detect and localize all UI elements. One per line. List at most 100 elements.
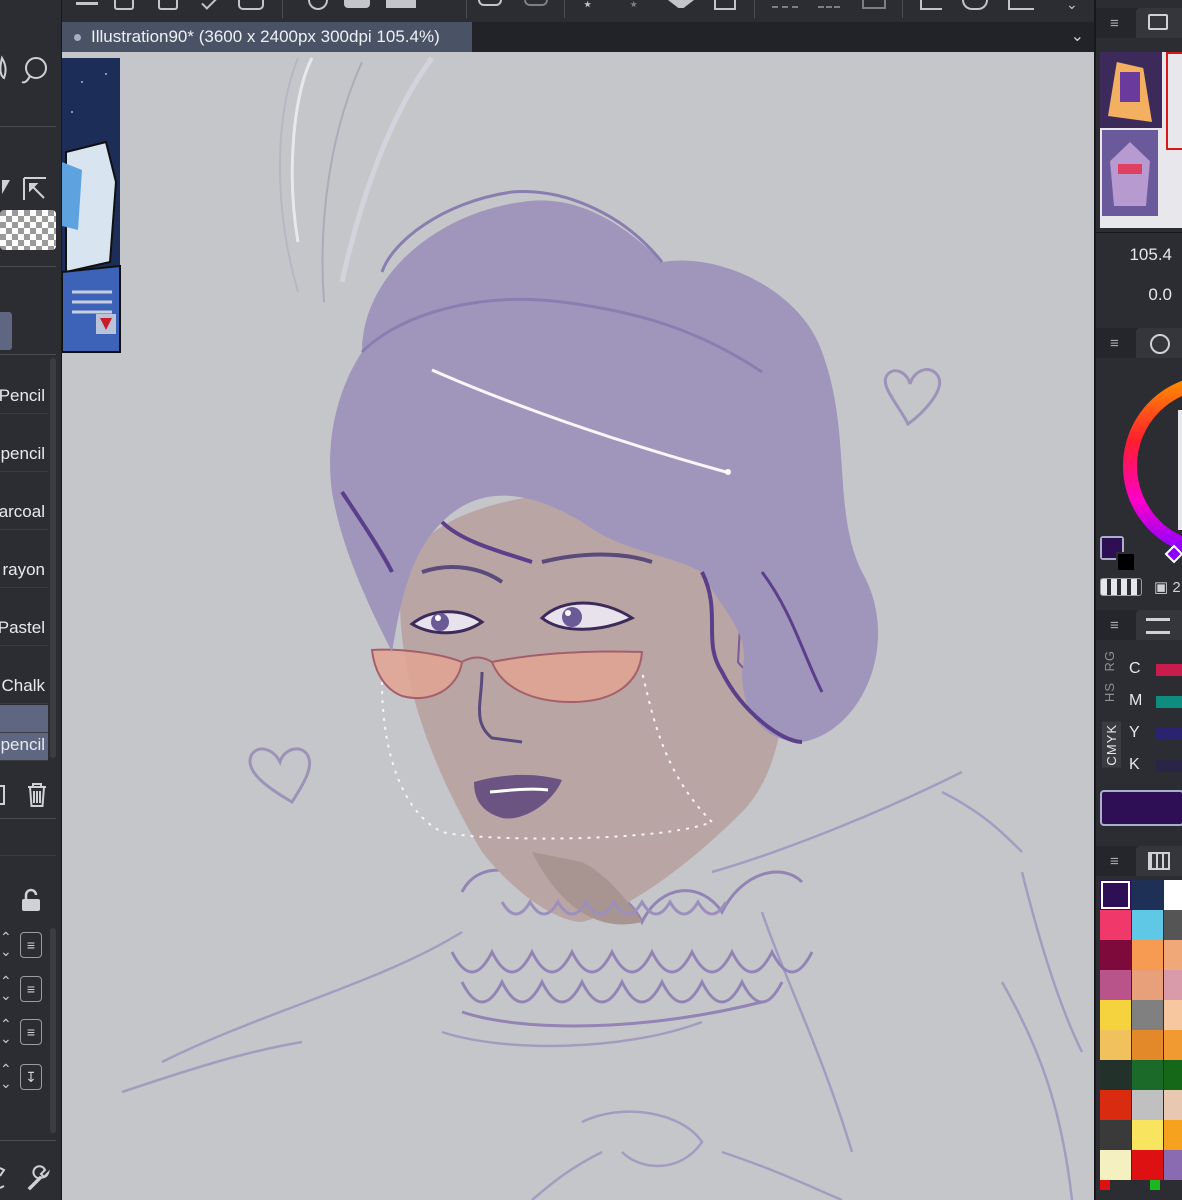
brush-item[interactable]: Pencil [0, 358, 48, 414]
menu-icon[interactable]: ≡ [1110, 617, 1119, 634]
export-icon[interactable] [238, 0, 264, 10]
palette-swatch[interactable] [1132, 1030, 1163, 1060]
wrench-icon[interactable] [24, 1164, 54, 1194]
tab-cmyk[interactable]: CMYK [1102, 722, 1121, 768]
palette-swatch[interactable] [1132, 1150, 1163, 1180]
object-select-icon[interactable] [0, 174, 60, 210]
palette-swatch[interactable] [1164, 1060, 1182, 1090]
brush-item[interactable]: pencil [0, 416, 48, 472]
clear-icon[interactable]: ⋆ [582, 0, 593, 13]
palette-swatch[interactable] [1164, 880, 1182, 910]
layer-icon[interactable] [386, 0, 416, 8]
menu-icon[interactable]: ≡ [1110, 15, 1119, 32]
up-down-stepper[interactable]: ⌃ ⌄ [0, 930, 12, 958]
palette-swatch[interactable] [1164, 940, 1182, 970]
palette-swatch[interactable] [1100, 1000, 1131, 1030]
tab-rgb[interactable]: RG [1102, 650, 1117, 672]
tab-hsv[interactable]: HS [1102, 682, 1117, 702]
zoom-value[interactable]: 105.4 [1129, 245, 1172, 265]
palette-swatch[interactable] [1132, 1000, 1163, 1030]
undo-icon[interactable] [478, 0, 502, 6]
menu-icon[interactable]: ≡ [1110, 335, 1119, 352]
up-down-stepper[interactable]: ⌃ ⌄ [0, 974, 12, 1002]
palette-swatch[interactable] [1100, 880, 1131, 910]
palette-swatch[interactable] [1164, 1120, 1182, 1150]
palette-swatch[interactable] [1100, 1150, 1131, 1180]
reference-thumbnail[interactable] [1102, 130, 1158, 216]
palette-swatch[interactable] [1164, 1090, 1182, 1120]
palette-swatch[interactable] [1164, 910, 1182, 940]
menu-icon[interactable]: ≡ [1110, 853, 1119, 870]
palette-swatch[interactable] [1100, 970, 1131, 1000]
clear-selection-icon[interactable]: ⋆ [628, 0, 639, 13]
brush-item[interactable]: arcoal [0, 474, 48, 530]
palette-swatch[interactable] [1132, 1090, 1163, 1120]
add-layer-icon[interactable] [308, 0, 328, 10]
transparent-toggle[interactable] [1100, 578, 1142, 596]
canvas-area[interactable] [62, 52, 1094, 1200]
palette-swatch[interactable] [1164, 1030, 1182, 1060]
fill-icon[interactable] [344, 0, 370, 8]
brush-item[interactable]: Pastel [0, 590, 48, 646]
cmyk-y-slider[interactable] [1156, 728, 1182, 740]
palette-swatch[interactable] [1132, 1120, 1163, 1150]
rotation-value[interactable]: 0.0 [1148, 285, 1172, 305]
palette-swatch[interactable] [1132, 970, 1163, 1000]
transform-icon[interactable] [714, 0, 736, 10]
palette-swatch[interactable] [1132, 880, 1163, 910]
brush-item-selected-top[interactable] [0, 705, 48, 733]
brush-item[interactable]: rayon [0, 532, 48, 588]
download-icon[interactable]: ↧ [20, 1064, 42, 1090]
brush-list-scrollbar[interactable] [50, 358, 56, 758]
more-chevron-icon[interactable]: ⌄ [1066, 0, 1078, 11]
current-color-swatch[interactable] [1100, 790, 1182, 826]
invert-selection-icon[interactable] [818, 0, 840, 8]
color-wheel[interactable] [1122, 366, 1182, 576]
palette-swatch[interactable] [1132, 910, 1163, 940]
unlock-icon[interactable] [18, 888, 46, 914]
rotate-icon[interactable] [962, 0, 988, 10]
chevron-down-icon[interactable]: ⌄ [1071, 26, 1084, 46]
palette-swatch[interactable] [1132, 1060, 1163, 1090]
cmyk-k-slider[interactable] [1156, 760, 1182, 772]
deselect-icon[interactable] [772, 0, 798, 8]
transparent-color-swatch[interactable] [0, 210, 56, 250]
selection-area-icon[interactable] [862, 0, 886, 9]
pressure-check-icon[interactable]: ≡ [20, 1019, 42, 1045]
save-icon[interactable] [201, 0, 217, 10]
palette-swatch[interactable] [1100, 940, 1131, 970]
pressure-check-icon[interactable]: ≡ [20, 976, 42, 1002]
palette-swatch[interactable] [1100, 910, 1131, 940]
sub-color-swatch[interactable] [1116, 552, 1136, 572]
palette-swatch[interactable] [1164, 1000, 1182, 1030]
crop-icon[interactable] [920, 0, 942, 10]
up-down-stepper[interactable]: ⌃ ⌄ [0, 1017, 12, 1045]
redo-icon[interactable] [524, 0, 548, 6]
up-down-stepper[interactable]: ⌃ ⌄ [0, 1062, 12, 1090]
palette-swatch[interactable] [1164, 970, 1182, 1000]
cmyk-m-slider[interactable] [1156, 696, 1182, 708]
palette-swatch[interactable] [1100, 1030, 1131, 1060]
reference-thumbnail[interactable] [1100, 52, 1162, 128]
new-canvas-icon[interactable] [114, 0, 134, 10]
subview-tab[interactable] [1136, 8, 1182, 38]
palette-swatch[interactable] [1100, 1120, 1131, 1150]
cmyk-c-slider[interactable] [1156, 664, 1182, 676]
palette-swatch[interactable] [1100, 1090, 1131, 1120]
brush-item[interactable]: Chalk [0, 648, 48, 704]
color-set-tab[interactable] [1136, 846, 1182, 876]
menu-icon[interactable] [76, 2, 98, 5]
palette-swatch[interactable] [1164, 1150, 1182, 1180]
palette-swatch[interactable] [1100, 1060, 1131, 1090]
sub-tool-group-tab[interactable] [0, 312, 12, 350]
blend-tool-icons[interactable] [0, 50, 60, 86]
color-slider-tab[interactable] [1136, 610, 1182, 640]
trash-icon[interactable] [24, 780, 50, 810]
brush-item-selected[interactable]: pencil [0, 733, 48, 761]
pressure-check-icon[interactable]: ≡ [20, 932, 42, 958]
color-wheel-tab[interactable] [1136, 328, 1182, 358]
fill-selection-icon[interactable] [668, 0, 694, 8]
open-file-icon[interactable] [158, 0, 178, 10]
tool-property-scrollbar[interactable] [50, 928, 56, 1133]
canvas-size-icon[interactable] [1008, 0, 1034, 10]
